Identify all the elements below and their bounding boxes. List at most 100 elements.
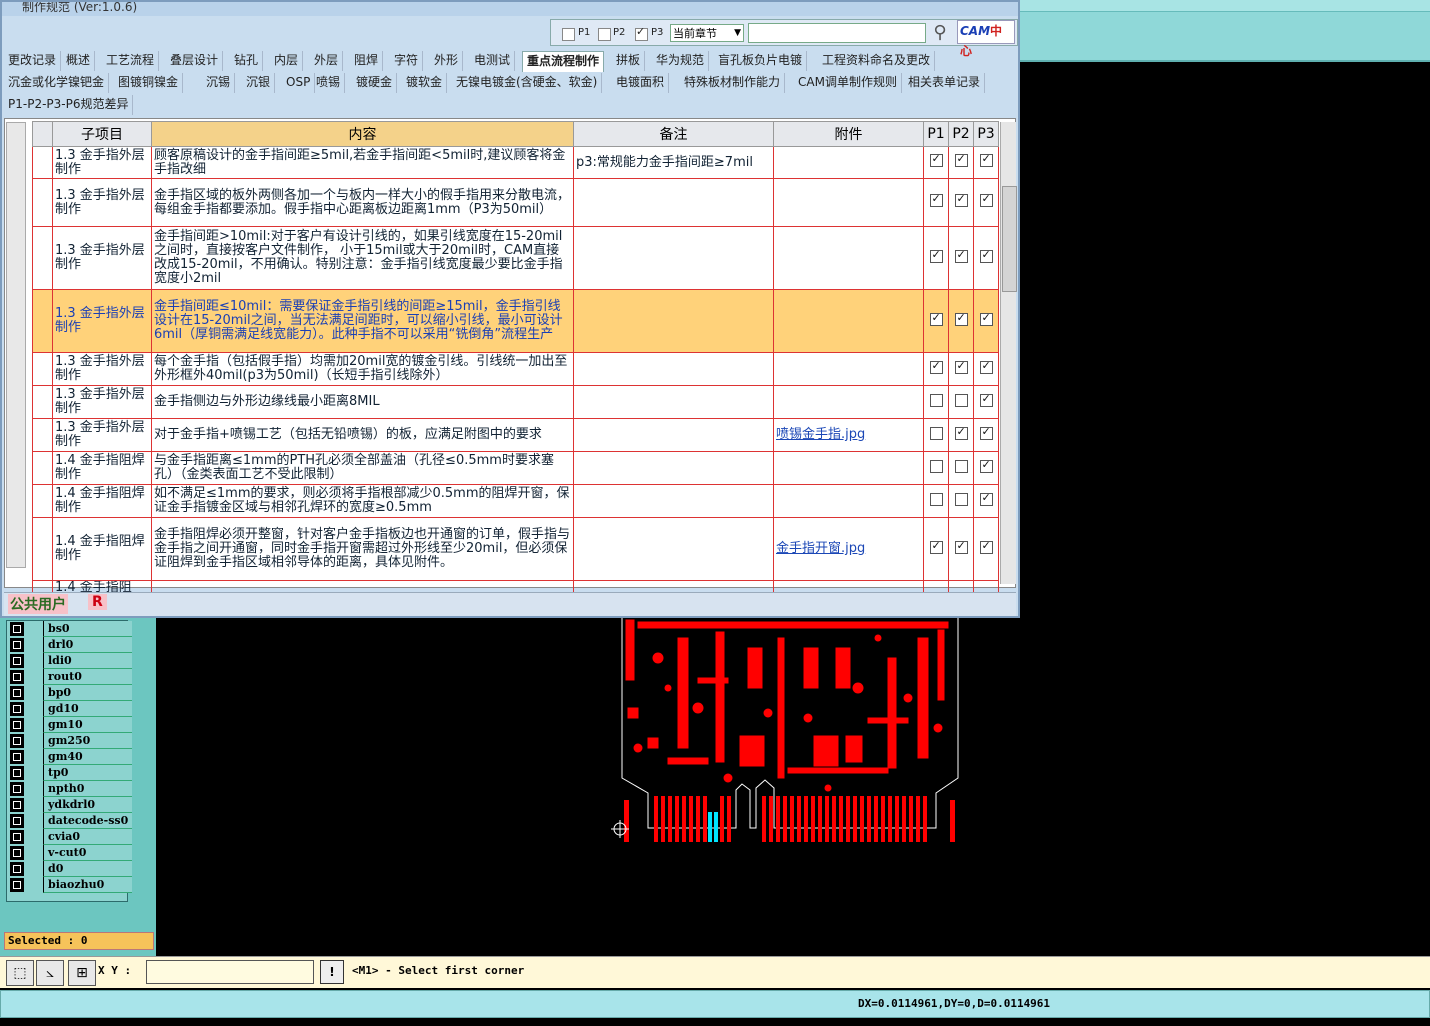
- col-header-p1[interactable]: P1: [923, 121, 949, 147]
- row-indicator[interactable]: [32, 451, 53, 485]
- tab-tabs_row1-10[interactable]: 电测试: [470, 51, 516, 71]
- tab-tabs_row1-14[interactable]: 盲孔板负片电镀: [714, 51, 808, 71]
- col-header-attachment[interactable]: 附件: [773, 121, 924, 147]
- tab-tabs_row1-8[interactable]: 字符: [390, 51, 424, 71]
- layer-item[interactable]: cvia0: [7, 829, 132, 845]
- p2-checkbox[interactable]: [954, 539, 968, 554]
- p3-checkbox[interactable]: [979, 311, 993, 326]
- layer-item[interactable]: drl0: [7, 637, 132, 653]
- grid-scrollbar[interactable]: [1000, 122, 1017, 584]
- table-row[interactable]: 1.3 金手指外层制作 金手指间距≤10mil：需要保证金手指引线的间距≥15mi…: [32, 289, 999, 353]
- tab-tabs_row2-1[interactable]: 图镀铜镍金: [114, 73, 184, 93]
- row-indicator[interactable]: [32, 517, 53, 581]
- layer-toggle[interactable]: [10, 798, 24, 812]
- p1-checkbox[interactable]: [929, 359, 943, 374]
- table-row[interactable]: 1.3 金手指外层制作 顾客原稿设计的金手指间距≥5mil,若金手指间距<5mil…: [32, 146, 999, 179]
- table-row[interactable]: 1.4 金手指阻焊制作 金手指阻焊必须开整窗，针对客户金手指板边也开通窗的订单，假…: [32, 517, 999, 581]
- row-indicator[interactable]: [32, 385, 53, 419]
- tab-tabs_row2-5[interactable]: 喷锡: [312, 73, 346, 93]
- layer-item[interactable]: npth0: [7, 781, 132, 797]
- layer-toggle[interactable]: [10, 702, 24, 716]
- col-header-p3[interactable]: P3: [973, 121, 999, 147]
- layer-toggle[interactable]: [10, 622, 24, 636]
- tab-tabs_row2-7[interactable]: 镀软金: [402, 73, 448, 93]
- layer-item[interactable]: gm40: [7, 749, 132, 765]
- tab-tabs_row2-0[interactable]: 沉金或化学镍钯金: [4, 73, 110, 93]
- p2-checkbox[interactable]: [954, 425, 968, 440]
- p1-checkbox[interactable]: [929, 192, 943, 207]
- row-indicator[interactable]: [32, 484, 53, 518]
- measure-icon[interactable]: ⦣: [36, 960, 64, 986]
- layer-item[interactable]: biaozhu0: [7, 877, 132, 893]
- p3-checkbox[interactable]: [979, 192, 993, 207]
- filter-p1-checkbox[interactable]: [562, 28, 575, 41]
- p3-checkbox[interactable]: [979, 359, 993, 374]
- search-icon[interactable]: ⚲: [928, 21, 952, 45]
- layer-item[interactable]: bs0: [7, 621, 132, 637]
- tab-tabs_row3-0[interactable]: P1-P2-P3-P6规范差异: [4, 95, 134, 115]
- row-scrollbar[interactable]: [6, 122, 26, 568]
- col-header-p2[interactable]: P2: [948, 121, 974, 147]
- select-all-cell[interactable]: [32, 121, 53, 147]
- p1-checkbox[interactable]: [929, 426, 943, 440]
- layer-item[interactable]: v-cut0: [7, 845, 132, 861]
- tab-tabs_row1-13[interactable]: 华为规范: [652, 51, 710, 71]
- layer-item[interactable]: gm10: [7, 717, 132, 733]
- p2-checkbox[interactable]: [954, 152, 968, 167]
- zoom-box-icon[interactable]: ⬚: [6, 960, 34, 986]
- table-row[interactable]: 1.3 金手指外层制作 金手指侧边与外形边缘线最小距离8MIL: [32, 385, 999, 419]
- row-indicator[interactable]: [32, 352, 53, 386]
- p2-checkbox[interactable]: [954, 492, 968, 506]
- filter-p3-checkbox[interactable]: [635, 25, 648, 41]
- table-row[interactable]: 1.3 金手指外层制作 金手指区域的板外两侧各加一个与板内一样大小的假手指用来分散…: [32, 178, 999, 227]
- p3-checkbox[interactable]: [979, 458, 993, 473]
- layer-toggle[interactable]: [10, 638, 24, 652]
- tab-tabs_row1-4[interactable]: 钻孔: [230, 51, 264, 71]
- table-row[interactable]: 1.3 金手指外层制作 金手指间距>10mil:对于客户有设计引线的，如果引线宽度…: [32, 226, 999, 290]
- layer-toggle[interactable]: [10, 734, 24, 748]
- xy-input[interactable]: [146, 960, 314, 984]
- layer-toggle[interactable]: [10, 670, 24, 684]
- layer-item[interactable]: gm250: [7, 733, 132, 749]
- tab-tabs_row1-6[interactable]: 外层: [310, 51, 344, 71]
- tab-tabs_row1-15[interactable]: 工程资料命名及更改: [818, 51, 936, 71]
- p3-checkbox[interactable]: [979, 539, 993, 554]
- p3-checkbox[interactable]: [979, 491, 993, 506]
- table-row[interactable]: 1.4 金手指阻焊制作 与金手指距离≤1mm的PTH孔必须全部盖油（孔径≤0.5m…: [32, 451, 999, 485]
- attachment-link[interactable]: 喷锡金手指.jpg: [776, 427, 865, 442]
- layer-item[interactable]: tp0: [7, 765, 132, 781]
- col-header-content[interactable]: 内容: [151, 121, 574, 147]
- tab-tabs_row2-12[interactable]: 相关表单记录: [904, 73, 986, 93]
- p2-checkbox[interactable]: [954, 459, 968, 473]
- grid-snap-icon[interactable]: ⊞: [68, 960, 96, 986]
- p1-checkbox[interactable]: [929, 248, 943, 263]
- p2-checkbox[interactable]: [954, 311, 968, 326]
- tab-tabs_row2-8[interactable]: 无镍电镀金(含硬金、软金): [452, 73, 603, 93]
- tab-tabs_row1-9[interactable]: 外形: [430, 51, 464, 71]
- tab-tabs_row2-4[interactable]: OSP: [282, 73, 316, 93]
- alert-icon[interactable]: !: [320, 960, 344, 984]
- scroll-thumb[interactable]: [1002, 186, 1017, 292]
- search-input[interactable]: [748, 23, 926, 43]
- layer-item[interactable]: gd10: [7, 701, 132, 717]
- layer-toggle[interactable]: [10, 782, 24, 796]
- layer-item[interactable]: ldi0: [7, 653, 132, 669]
- tab-tabs_row1-11[interactable]: 重点流程制作: [522, 51, 605, 72]
- tab-tabs_row2-10[interactable]: 特殊板材制作能力: [680, 73, 786, 93]
- layer-toggle[interactable]: [10, 878, 24, 892]
- tab-tabs_row2-6[interactable]: 镀硬金: [352, 73, 398, 93]
- p1-checkbox[interactable]: [929, 492, 943, 506]
- p2-checkbox[interactable]: [954, 359, 968, 374]
- layer-toggle[interactable]: [10, 862, 24, 876]
- table-row[interactable]: 1.4 金手指阻焊制作 如不满足≤1mm的要求，则必须将手指根部减少0.5mm的阻…: [32, 484, 999, 518]
- filter-p2-checkbox[interactable]: [598, 28, 611, 41]
- layer-toggle[interactable]: [10, 750, 24, 764]
- layer-item[interactable]: bp0: [7, 685, 132, 701]
- layer-toggle[interactable]: [10, 846, 24, 860]
- p2-checkbox[interactable]: [954, 248, 968, 263]
- p3-checkbox[interactable]: [979, 248, 993, 263]
- row-indicator[interactable]: [32, 178, 53, 227]
- table-row[interactable]: 1.3 金手指外层制作 每个金手指（包括假手指）均需加20mil宽的镀金引线。引线…: [32, 352, 999, 386]
- pcb-board-view[interactable]: [608, 618, 968, 850]
- table-row[interactable]: 1.3 金手指外层制作 对于金手指+喷锡工艺（包括无铅喷锡）的板，应满足附图中的要…: [32, 418, 999, 452]
